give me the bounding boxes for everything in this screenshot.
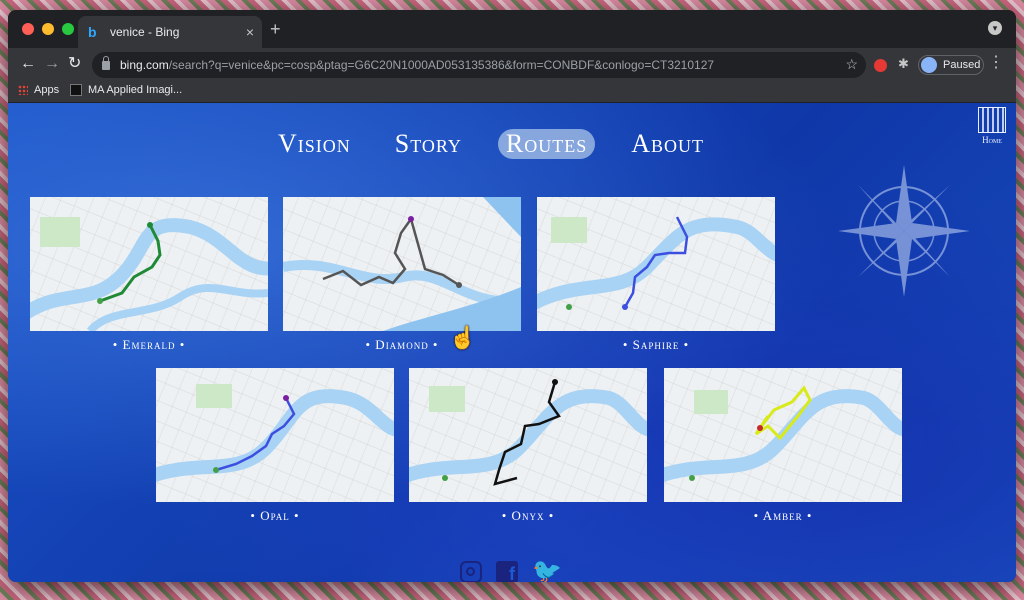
facebook-icon[interactable]: f bbox=[496, 561, 518, 582]
url-path: /search?q=venice&pc=cosp&ptag=G6C20N1000… bbox=[168, 58, 715, 72]
route-name: • Onyx • bbox=[501, 508, 555, 523]
home-link[interactable]: Home bbox=[978, 107, 1006, 145]
tab-strip: b venice - Bing × + ▾ bbox=[8, 10, 1016, 48]
route-map-emerald[interactable] bbox=[30, 197, 268, 331]
nav-routes[interactable]: Routes bbox=[497, 129, 596, 159]
lock-icon[interactable] bbox=[102, 55, 110, 70]
page-content: Vision Story Routes About Home • Emerald… bbox=[8, 103, 1016, 582]
route-card-saphire[interactable]: • Saphire • bbox=[537, 197, 775, 353]
route-name: • Saphire • bbox=[622, 337, 690, 352]
extension-icon[interactable] bbox=[874, 59, 887, 72]
compass-rose-icon bbox=[838, 165, 970, 297]
bookmark-ma-applied[interactable]: MA Applied Imagi... bbox=[70, 84, 182, 96]
nav-about[interactable]: About bbox=[623, 129, 712, 159]
tab-title: venice - Bing bbox=[110, 25, 180, 39]
maximize-window-button[interactable] bbox=[62, 23, 74, 35]
bookmark-label: MA Applied Imagi... bbox=[88, 84, 183, 96]
close-window-button[interactable] bbox=[22, 23, 34, 35]
route-map-amber[interactable] bbox=[664, 368, 902, 502]
browser-toolbar: ← → ↻ bing.com /search?q=venice&pc=cosp&… bbox=[8, 48, 1016, 82]
route-map-saphire[interactable] bbox=[537, 197, 775, 331]
avatar bbox=[921, 57, 937, 73]
instagram-icon[interactable] bbox=[460, 561, 482, 582]
back-button[interactable]: ← bbox=[20, 56, 36, 72]
bookmark-apps[interactable]: Apps bbox=[18, 84, 59, 96]
route-map-diamond[interactable] bbox=[283, 197, 521, 331]
bookmark-favicon bbox=[70, 84, 82, 96]
apps-grid-icon bbox=[18, 85, 28, 95]
route-card-onyx[interactable]: • Onyx • bbox=[409, 368, 647, 524]
bookmark-label: Apps bbox=[34, 84, 60, 96]
forward-button[interactable]: → bbox=[44, 56, 60, 72]
browser-window: b venice - Bing × + ▾ ← → ↻ bing.com /se… bbox=[8, 10, 1016, 582]
tab-search-icon[interactable]: ▾ bbox=[988, 21, 1002, 35]
bing-icon: b bbox=[88, 24, 97, 40]
minimize-window-button[interactable] bbox=[42, 23, 54, 35]
social-links: f 🐦 bbox=[460, 560, 562, 583]
route-map-opal[interactable] bbox=[156, 368, 394, 502]
browser-tab[interactable]: b venice - Bing × bbox=[78, 16, 262, 48]
nav-vision[interactable]: Vision bbox=[270, 129, 359, 159]
route-card-opal[interactable]: • Opal • bbox=[156, 368, 394, 524]
reload-button[interactable]: ↻ bbox=[68, 56, 81, 72]
route-name: • Diamond • bbox=[365, 337, 439, 352]
route-map-onyx[interactable] bbox=[409, 368, 647, 502]
url-host: bing.com bbox=[120, 58, 169, 72]
route-card-amber[interactable]: • Amber • bbox=[664, 368, 902, 524]
profile-button[interactable]: Paused bbox=[918, 55, 984, 75]
hand-cursor-icon: ☝ bbox=[449, 325, 477, 350]
home-label: Home bbox=[982, 135, 1002, 145]
route-card-diamond[interactable]: • Diamond • bbox=[283, 197, 521, 353]
nav-story[interactable]: Story bbox=[387, 129, 470, 159]
route-card-emerald[interactable]: • Emerald • bbox=[30, 197, 268, 353]
profile-status: Paused bbox=[943, 59, 981, 71]
new-tab-button[interactable]: + bbox=[270, 20, 281, 38]
more-menu-icon[interactable]: ⋮ bbox=[988, 55, 1004, 71]
bookmark-star-icon[interactable]: ☆ bbox=[845, 56, 858, 73]
route-name: • Amber • bbox=[753, 508, 813, 523]
site-nav: Vision Story Routes About bbox=[270, 129, 712, 159]
address-bar[interactable]: bing.com /search?q=venice&pc=cosp&ptag=G… bbox=[92, 52, 866, 78]
bookmarks-bar: Apps MA Applied Imagi... bbox=[8, 82, 1016, 103]
route-name: • Opal • bbox=[250, 508, 300, 523]
twitter-icon[interactable]: 🐦 bbox=[532, 560, 562, 583]
route-name: • Emerald • bbox=[112, 337, 186, 352]
building-icon bbox=[978, 107, 1006, 133]
extensions-puzzle-icon[interactable]: ✱ bbox=[898, 56, 911, 71]
tab-close-icon[interactable]: × bbox=[246, 24, 254, 40]
